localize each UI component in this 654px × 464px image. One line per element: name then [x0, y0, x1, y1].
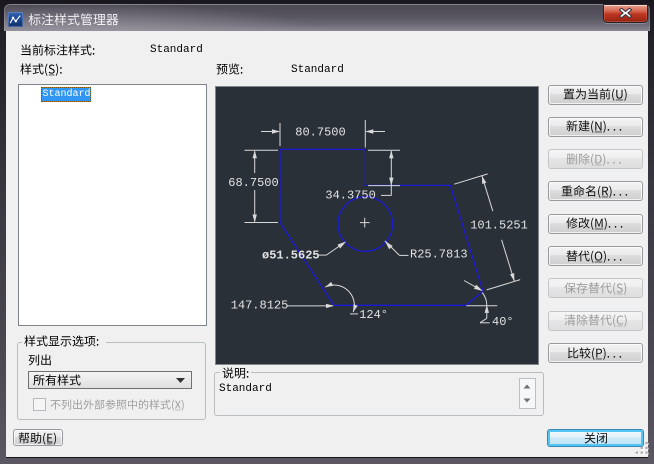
svg-text:80.7500: 80.7500 — [295, 125, 345, 139]
svg-text:101.5251: 101.5251 — [470, 219, 528, 233]
svg-text:34.3750: 34.3750 — [325, 188, 375, 202]
svg-text:68.7500: 68.7500 — [228, 176, 278, 190]
svg-text:40°: 40° — [492, 315, 514, 329]
svg-text:147.8125: 147.8125 — [231, 299, 289, 313]
svg-text:ø51.5625: ø51.5625 — [262, 249, 320, 263]
svg-text:124°: 124° — [359, 308, 388, 322]
svg-text:R25.7813: R25.7813 — [410, 248, 468, 262]
